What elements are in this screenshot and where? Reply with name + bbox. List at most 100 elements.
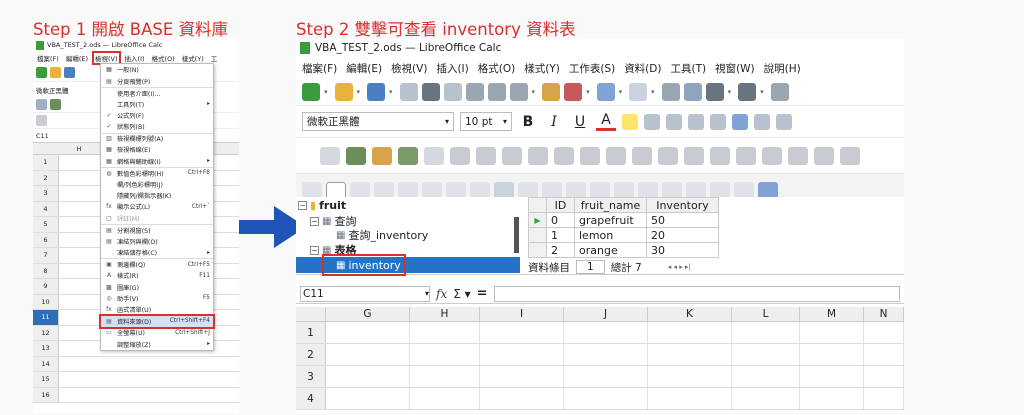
align-right-icon[interactable] <box>688 113 704 130</box>
column-header[interactable]: M <box>800 307 864 321</box>
view-menu-item[interactable]: fx 顯示公式(L) Ctrl+` <box>101 201 213 212</box>
view-menu-item[interactable]: 調整縮放(Z) ▸ <box>101 339 213 350</box>
sum-icon[interactable]: Σ ▾ <box>453 287 470 301</box>
grid-cell[interactable] <box>480 322 564 343</box>
select-icon[interactable] <box>320 146 340 165</box>
find-replace-icon[interactable] <box>661 82 680 101</box>
wrap-text-icon[interactable] <box>776 113 792 130</box>
align-center-icon[interactable] <box>666 113 682 130</box>
menu-item[interactable]: 插入(I) <box>436 61 468 76</box>
grid-cell[interactable] <box>800 388 864 409</box>
menu-item[interactable]: 檢視(V) <box>391 61 427 76</box>
table-row[interactable]: 2 orange 30 <box>528 242 719 258</box>
grid-cell[interactable] <box>732 344 800 365</box>
menu-item[interactable]: 視窗(W) <box>715 61 755 76</box>
italic-icon[interactable]: I <box>544 114 564 130</box>
view-menu-item[interactable]: ▤ 分頁預覽(P) <box>101 75 213 86</box>
grid-cell[interactable] <box>732 322 800 343</box>
grid-cell[interactable] <box>480 366 564 387</box>
grid-cell[interactable] <box>864 344 904 365</box>
row-number[interactable]: 4 <box>296 388 326 409</box>
column-header[interactable]: H <box>410 307 480 321</box>
tree-root[interactable]: − ▮ fruit <box>298 199 346 212</box>
grid-cell[interactable] <box>648 388 732 409</box>
copy-icon[interactable] <box>487 82 506 101</box>
label-field-icon[interactable] <box>762 146 782 165</box>
row-number[interactable]: 7 <box>33 248 59 263</box>
grid-cell[interactable] <box>410 322 480 343</box>
row-number[interactable]: 13 <box>33 341 59 356</box>
view-menu-item[interactable]: ▦ 網格與輔助線(I) ▸ <box>101 156 213 167</box>
grid-cell[interactable] <box>800 322 864 343</box>
grid-cell[interactable] <box>800 366 864 387</box>
grid-cell[interactable] <box>326 344 410 365</box>
export-pdf-icon[interactable] <box>399 82 418 101</box>
font-name-select[interactable]: 微軟正黑體 ▾ <box>302 112 454 131</box>
radio-icon[interactable] <box>502 146 522 165</box>
spin-button-icon[interactable] <box>814 146 834 165</box>
col-id[interactable]: ID <box>546 197 575 213</box>
table-control-icon[interactable] <box>788 146 808 165</box>
name-box[interactable]: C11 ▾ <box>300 285 430 302</box>
formula-input[interactable] <box>493 285 900 302</box>
view-menu-item[interactable]: ▤ 分割視窗(S) <box>101 224 213 235</box>
scrollbar-icon[interactable] <box>840 146 860 165</box>
grid-cell[interactable] <box>864 366 904 387</box>
combobox-icon[interactable] <box>554 146 574 165</box>
db-icon[interactable] <box>36 115 47 126</box>
row-number[interactable]: 3 <box>33 186 59 201</box>
row-number[interactable]: 12 <box>33 325 59 340</box>
imagecontrol-icon[interactable] <box>606 146 626 165</box>
view-menu-item[interactable]: ▦ 一般(N) <box>101 64 213 75</box>
paste-icon[interactable] <box>509 82 528 101</box>
column-icon[interactable] <box>738 82 757 101</box>
cut-icon[interactable] <box>465 82 484 101</box>
row-icon[interactable] <box>705 82 724 101</box>
grid-cell[interactable] <box>326 366 410 387</box>
view-menu-item[interactable]: 凍結儲存格(C) ▸ <box>101 247 213 258</box>
left-menu-edit[interactable]: 編輯(E) <box>65 53 89 63</box>
left-menu-insert[interactable]: 插入(I) <box>124 53 146 63</box>
redo-icon[interactable] <box>629 82 648 101</box>
clone-format-icon[interactable] <box>542 82 561 101</box>
row-number[interactable]: 11 <box>33 310 59 325</box>
menu-item[interactable]: 檔案(F) <box>302 61 337 76</box>
grid-cell[interactable] <box>864 322 904 343</box>
formatted-field-icon[interactable] <box>710 146 730 165</box>
grid-cell[interactable] <box>480 388 564 409</box>
view-menu-item[interactable]: 使用者介面(I)... <box>101 86 213 98</box>
corner-cell[interactable] <box>296 307 326 321</box>
tree-scrollbar[interactable] <box>514 217 519 253</box>
column-header[interactable]: L <box>732 307 800 321</box>
row-number[interactable]: 1 <box>296 322 326 343</box>
grid-cell[interactable] <box>564 388 648 409</box>
clear-format-icon[interactable] <box>564 82 583 101</box>
left-col-h[interactable]: H <box>59 143 99 154</box>
row-number[interactable]: 16 <box>33 387 59 402</box>
checkbox-icon[interactable] <box>476 146 496 165</box>
grid-cell[interactable] <box>800 344 864 365</box>
menu-item[interactable]: 資料(D) <box>624 61 661 76</box>
align-bottom-icon[interactable] <box>754 113 770 130</box>
view-menu-item[interactable]: ✓ 狀態列(B) <box>101 121 213 132</box>
col-inventory[interactable]: Inventory <box>646 197 719 213</box>
row-number[interactable]: 14 <box>33 356 59 371</box>
open-icon[interactable] <box>50 67 61 78</box>
pointer-icon[interactable] <box>36 99 47 110</box>
row-number[interactable]: 10 <box>33 294 59 309</box>
view-menu-item[interactable]: ▭ 全螢幕(U) Ctrl+Shift+J <box>101 327 213 338</box>
grid-cell[interactable] <box>326 322 410 343</box>
view-menu-item[interactable]: ▤ 凍結列與欄(O) <box>101 236 213 247</box>
grid-cell[interactable] <box>648 322 732 343</box>
save-icon[interactable] <box>367 82 386 101</box>
view-menu-item[interactable]: 工具列(T) ▸ <box>101 98 213 109</box>
col-fruit-name[interactable]: fruit_name <box>574 197 647 213</box>
view-menu-item[interactable]: ▦ 檢視格線(E) <box>101 144 213 155</box>
row-number[interactable]: 8 <box>33 263 59 278</box>
menu-item[interactable]: 說明(H) <box>764 61 801 76</box>
spelling-icon[interactable] <box>683 82 702 101</box>
grid-cell[interactable] <box>564 344 648 365</box>
bold-icon[interactable]: B <box>518 114 538 130</box>
font-size-select[interactable]: 10 pt ▾ <box>460 112 512 131</box>
left-menu-styles[interactable]: 樣式(Y) <box>181 53 205 63</box>
